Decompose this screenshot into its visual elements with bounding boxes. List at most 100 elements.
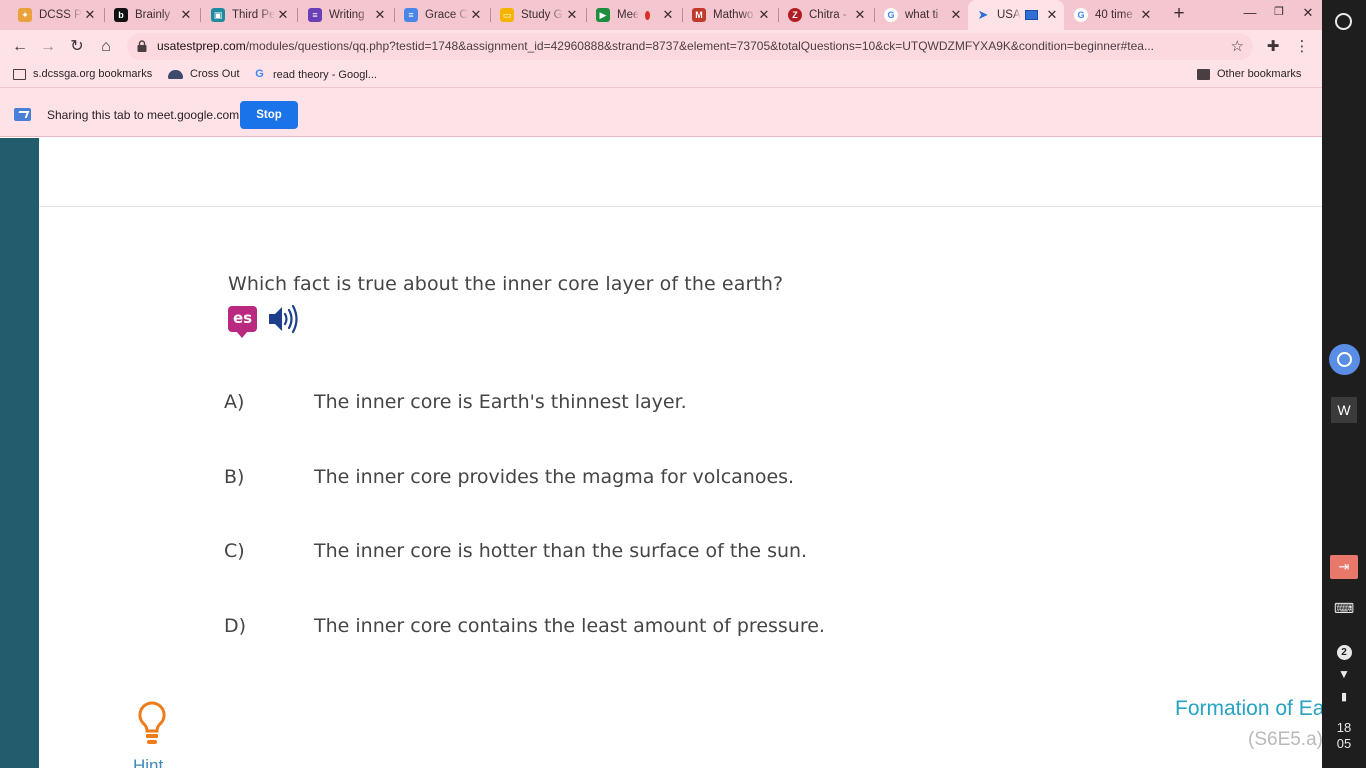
recording-dot-icon [645, 10, 650, 20]
left-rail [0, 138, 39, 768]
forward-button[interactable]: → [37, 36, 59, 58]
close-icon[interactable]: ✕ [1044, 7, 1060, 23]
tab-docs[interactable]: ≡ Grace C ✕ [396, 3, 488, 27]
screen-share-icon [14, 108, 31, 121]
close-icon[interactable]: ✕ [275, 7, 291, 23]
option-text: The inner core is Earth's thinnest layer… [314, 391, 687, 413]
lightbulb-icon[interactable] [136, 700, 168, 748]
forms-icon: ≡ [308, 8, 322, 22]
bookmark-cross-out[interactable]: Cross Out [168, 68, 240, 80]
tab-slides[interactable]: ▭ Study G ✕ [492, 3, 584, 27]
hint-link[interactable]: Hint [133, 756, 163, 768]
clock-minute: 05 [1336, 736, 1352, 751]
standard-title[interactable]: Formation of Ea [1175, 697, 1322, 721]
minimize-button[interactable]: — [1240, 5, 1260, 20]
tab-classroom[interactable]: ▣ Third Pe ✕ [203, 3, 295, 27]
screen-share-icon [1024, 10, 1038, 20]
launcher-icon[interactable] [1335, 13, 1352, 30]
tab-separator [297, 8, 298, 22]
option-text: The inner core contains the least amount… [314, 615, 825, 637]
notification-count[interactable]: 2 [1322, 644, 1366, 660]
tab-separator [490, 8, 491, 22]
tab-google-what[interactable]: G what ti ✕ [876, 3, 968, 27]
url-domain: usatestprep.com [157, 39, 246, 53]
bookmark-folder-dcssga[interactable]: s.dcssga.org bookmarks [13, 68, 152, 80]
close-icon[interactable]: ✕ [82, 7, 98, 23]
tab-sharing-infobar: Sharing this tab to meet.google.com Stop [0, 87, 1322, 137]
tab-chitra[interactable]: Z Chitra - ✕ [780, 3, 872, 27]
close-icon[interactable]: ✕ [1138, 7, 1154, 23]
close-icon[interactable]: ✕ [756, 7, 772, 23]
battery-icon[interactable]: ▮ [1322, 690, 1366, 703]
docs-icon: ≡ [404, 8, 418, 22]
option-letter: D) [224, 615, 247, 637]
cursor-icon: ➤ [977, 7, 989, 22]
tab-separator [586, 8, 587, 22]
speaker-icon[interactable] [267, 304, 299, 334]
tab-meet[interactable]: ▶ Mee ✕ [588, 3, 680, 27]
folder-icon [1197, 68, 1210, 80]
tab-strip: ✦ DCSS Pa ✕ b Brainly ✕ ▣ Third Pe ✕ ≡ W… [0, 0, 1322, 30]
option-text: The inner core is hotter than the surfac… [314, 540, 808, 562]
tab-usatestprep[interactable]: ➤ USA ✕ [968, 0, 1064, 30]
close-icon[interactable]: ✕ [564, 7, 580, 23]
tab-google-40[interactable]: G 40 time ✕ [1066, 3, 1158, 27]
system-clock[interactable]: 18 05 [1322, 720, 1366, 752]
bookmarks-bar: s.dcssga.org bookmarks Cross Out G read … [0, 63, 1322, 87]
folder-icon [13, 68, 26, 80]
option-letter: C) [224, 540, 245, 562]
reload-button[interactable]: ↻ [66, 36, 88, 58]
menu-icon[interactable]: ⋮ [1292, 37, 1312, 57]
close-icon[interactable]: ✕ [660, 7, 676, 23]
cross-out-icon [168, 69, 183, 79]
tab-brainly[interactable]: b Brainly ✕ [106, 3, 198, 27]
meet-icon: ▶ [596, 8, 610, 22]
os-shelf: W ⇥ ⌨ 2 ▼ ▮ 18 05 [1322, 0, 1366, 768]
url-path: /modules/questions/qq.php?testid=1748&as… [245, 39, 1154, 53]
browser-toolbar: ← → ↻ ⌂ usatestprep.com/modules/question… [0, 30, 1322, 63]
app-icon: Z [788, 8, 802, 22]
tab-separator [778, 8, 779, 22]
stop-sharing-button[interactable]: Stop [240, 101, 298, 129]
sharing-message: Sharing this tab to meet.google.com [47, 108, 240, 122]
question-page: Which fact is true about the inner core … [39, 138, 1322, 768]
wifi-icon[interactable]: ▼ [1322, 667, 1366, 681]
address-bar[interactable]: usatestprep.com/modules/questions/qq.php… [127, 33, 1253, 60]
close-icon[interactable]: ✕ [372, 7, 388, 23]
header-divider [39, 206, 1322, 207]
tab-separator [200, 8, 201, 22]
close-window-button[interactable]: ✕ [1298, 5, 1318, 21]
bookmark-star-icon[interactable]: ☆ [1231, 37, 1244, 55]
question-text: Which fact is true about the inner core … [228, 273, 784, 295]
lock-icon [137, 40, 147, 52]
keyboard-icon[interactable]: ⌨ [1322, 600, 1366, 617]
close-icon[interactable]: ✕ [948, 7, 964, 23]
back-button[interactable]: ← [9, 36, 31, 58]
mathworks-icon: M [692, 8, 706, 22]
google-icon: G [1074, 8, 1088, 22]
tab-separator [104, 8, 105, 22]
clock-hour: 18 [1336, 720, 1352, 735]
close-icon[interactable]: ✕ [852, 7, 868, 23]
google-icon: G [255, 68, 264, 80]
option-letter: B) [224, 466, 245, 488]
close-icon[interactable]: ✕ [468, 7, 484, 23]
bookmark-read-theory[interactable]: G read theory - Googl... [253, 68, 377, 81]
chrome-app-icon[interactable] [1329, 344, 1360, 375]
other-bookmarks[interactable]: Other bookmarks [1197, 68, 1301, 80]
word-app-icon[interactable]: W [1331, 397, 1357, 423]
spanish-translate-icon[interactable]: es [228, 306, 257, 338]
restore-button[interactable]: ❐ [1269, 5, 1289, 18]
tab-mathworks[interactable]: M Mathwo ✕ [684, 3, 776, 27]
tab-dcss[interactable]: ✦ DCSS Pa ✕ [10, 3, 102, 27]
tab-writing[interactable]: ≡ Writing ✕ [300, 3, 392, 27]
option-text: The inner core provides the magma for vo… [314, 466, 795, 488]
extensions-icon[interactable]: ✚ [1263, 37, 1283, 57]
sign-out-icon[interactable]: ⇥ [1330, 555, 1358, 579]
new-tab-button[interactable]: + [1168, 4, 1190, 26]
close-icon[interactable]: ✕ [178, 7, 194, 23]
home-button[interactable]: ⌂ [95, 36, 117, 58]
brainly-icon: b [114, 8, 128, 22]
google-icon: G [884, 8, 898, 22]
tab-separator [874, 8, 875, 22]
